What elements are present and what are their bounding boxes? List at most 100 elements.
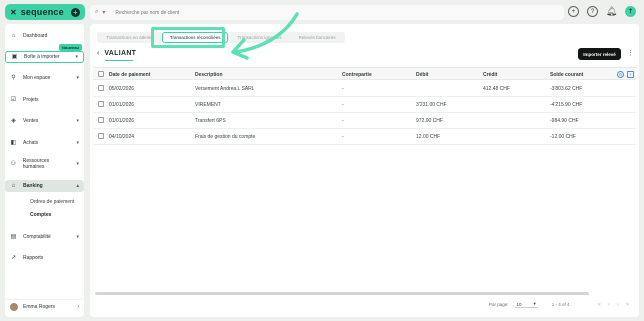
cell-balance: -984.90 CHF	[550, 118, 579, 124]
pager-controls: « ‹ › »	[598, 302, 630, 308]
more-options-icon[interactable]: ⋮	[627, 49, 634, 57]
user-profile[interactable]: Emma Rogers ›	[5, 299, 84, 313]
row-checkbox[interactable]	[98, 133, 104, 139]
column-header-description[interactable]: Description	[195, 72, 223, 78]
profile-icon[interactable]: ⇡	[625, 6, 636, 17]
prev-page-icon[interactable]: ‹	[608, 302, 610, 308]
row-checkbox[interactable]	[98, 85, 104, 91]
avatar	[10, 302, 18, 311]
select-all-checkbox[interactable]	[98, 71, 104, 77]
sidebar-item-reports[interactable]: ↗ Rapports	[5, 252, 84, 264]
search-bar[interactable]: ⌕ ▾	[90, 5, 564, 20]
check-square-icon: ☑	[10, 96, 17, 103]
notification-bell-icon[interactable]: 🔔︎	[606, 6, 617, 17]
next-page-icon[interactable]: ›	[617, 302, 619, 308]
help-icon[interactable]: ?	[587, 6, 598, 17]
chevron-down-icon: ▾	[76, 161, 79, 167]
cell-debit: 12.00 CHF	[416, 134, 441, 140]
cell-date: 01/01/2026	[109, 118, 135, 124]
sidebar-item-label: Ressources humaines	[22, 158, 50, 170]
logo-text: sequence	[20, 7, 64, 17]
row-checkbox[interactable]	[98, 117, 104, 123]
chevron-down-icon[interactable]: ▾	[102, 9, 105, 16]
sidebar-item-label: Banking	[23, 183, 43, 189]
chevron-down-icon: ▾	[76, 75, 79, 81]
table-row[interactable]: 01/01/2026 VIREMENT - 3'231.00 CHF -4'21…	[93, 97, 636, 113]
column-header-balance[interactable]: Solde courant	[550, 72, 583, 78]
chevron-down-icon: ▾	[75, 54, 78, 60]
add-circle-icon[interactable]: +	[568, 6, 579, 17]
inbox-icon: ▣	[11, 53, 18, 60]
sidebar-item-banking[interactable]: ⌂ Banking ▴	[5, 180, 84, 192]
last-page-icon[interactable]: »	[626, 302, 629, 308]
cell-description: VIREMENT	[195, 102, 221, 108]
tab-bank-statements[interactable]: Relevés bancaires	[292, 33, 343, 42]
import-statement-button[interactable]: Importer relevé	[578, 48, 621, 60]
search-icon: ⌕	[95, 9, 99, 15]
search-input[interactable]	[115, 9, 496, 16]
user-name: Emma Rogers	[23, 303, 55, 310]
pagination: Par page: 10 ▾ 1 - 4 of 4 « ‹ › »	[489, 301, 629, 308]
logo-mark-icon: ✕	[10, 7, 17, 17]
sidebar-item-label: Projets	[23, 97, 39, 103]
people-icon: ⚇	[10, 160, 17, 167]
sidebar-item-my-space[interactable]: ⚲ Mon espace ▾	[5, 72, 84, 84]
column-header-date[interactable]: Date de paiement	[109, 72, 150, 78]
cell-date: 04/10/2024	[109, 134, 135, 140]
column-header-credit[interactable]: Crédit	[483, 72, 497, 78]
settings-icon[interactable]: ⚙	[617, 71, 624, 78]
user-icon: ⚲	[11, 74, 16, 81]
title-underline	[105, 60, 133, 61]
sidebar-subitem-payment-orders[interactable]: Ordres de paiement	[30, 199, 74, 205]
chevron-down-icon: ▾	[533, 301, 536, 306]
table-row[interactable]: 01/01/2026 Transfert 6PS - 972.90 CHF -9…	[93, 113, 636, 129]
top-actions: + ? 🔔︎ ⇡	[568, 6, 636, 17]
cell-balance: -3'803.62 CHF	[550, 86, 583, 92]
app-logo[interactable]: ✕ sequence +	[5, 4, 85, 20]
sidebar: ⌂ Dashboard Nouveau ▣ Boîte à importer ▾…	[5, 24, 84, 317]
cell-counterparty: -	[342, 102, 344, 108]
table-header: Date de paiement Description Contreparti…	[93, 67, 636, 80]
table-row[interactable]: 05/02/2026 Versement Andrea.L SARL - 412…	[93, 81, 636, 97]
sidebar-item-inbox[interactable]: ▣ Boîte à importer ▾	[5, 51, 84, 63]
cell-description: Frais de gestion du compte	[195, 134, 256, 140]
highlight-annotation	[151, 27, 225, 48]
chart-icon: ↗	[10, 254, 17, 261]
sidebar-item-purchases[interactable]: ◧ Achats ▾	[5, 137, 84, 149]
column-header-counterparty[interactable]: Contrepartie	[342, 72, 372, 78]
cell-counterparty: -	[342, 86, 344, 92]
per-page-select[interactable]: 10 ▾	[514, 301, 538, 308]
horizontal-scrollbar[interactable]	[95, 292, 589, 295]
column-header-debit[interactable]: Débit	[416, 72, 429, 78]
sidebar-subitem-accounts[interactable]: Comptes	[30, 212, 51, 218]
page-header: ‹ VALIANT	[97, 50, 136, 57]
sidebar-item-sales[interactable]: ◈ Ventes ▾	[5, 115, 84, 127]
sidebar-item-accounting[interactable]: ▤ Comptabilité ▾	[5, 231, 84, 243]
per-page-label: Par page:	[489, 302, 509, 307]
cell-credit: 412.48 CHF	[483, 86, 510, 92]
sidebar-item-dashboard[interactable]: ⌂ Dashboard	[5, 30, 84, 42]
cell-balance: -4'215.90 CHF	[550, 102, 583, 108]
sidebar-item-label: Boîte à importer	[24, 54, 60, 60]
sidebar-item-label: Dashboard	[23, 33, 48, 39]
ledger-icon: ▤	[10, 233, 17, 240]
main-panel: Transactions en attente Transactions réc…	[90, 24, 639, 317]
row-checkbox[interactable]	[98, 101, 104, 107]
sidebar-item-projects[interactable]: ☑ Projets	[5, 94, 84, 106]
columns-filter-icon[interactable]: ≡	[627, 71, 634, 78]
sidebar-item-label: Comptabilité	[23, 234, 51, 240]
back-arrow-icon[interactable]: ‹	[97, 50, 99, 57]
cell-debit: 972.90 CHF	[416, 118, 443, 124]
chevron-down-icon: ▾	[76, 118, 79, 124]
cell-date: 01/01/2026	[109, 102, 135, 108]
sidebar-item-hr[interactable]: ⚇ Ressources humaines ▾	[5, 158, 84, 170]
first-page-icon[interactable]: «	[598, 302, 601, 308]
add-icon[interactable]: +	[71, 7, 80, 17]
column-settings: ⚙ ≡	[617, 71, 634, 78]
table-row[interactable]: 04/10/2024 Frais de gestion du compte - …	[93, 129, 636, 145]
chevron-down-icon: ▾	[76, 234, 79, 240]
home-icon: ⌂	[11, 32, 16, 39]
cell-description: Versement Andrea.L SARL	[195, 86, 255, 92]
tab-ignored[interactable]: Transactions ignorées	[230, 33, 288, 42]
sidebar-item-label: Achats	[23, 140, 39, 146]
